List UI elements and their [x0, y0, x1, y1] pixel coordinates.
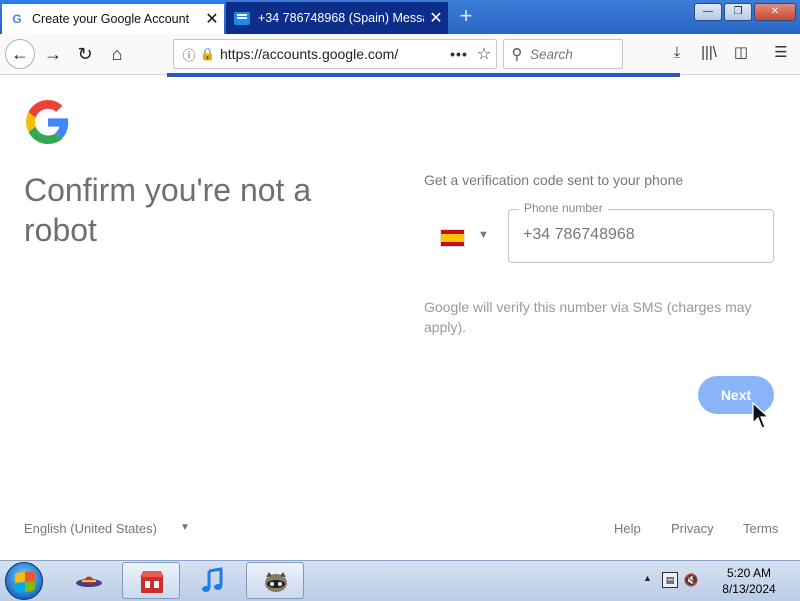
hat-app-icon — [76, 576, 102, 587]
page-load-progress-bar — [167, 73, 680, 77]
navigation-toolbar: ← → ↻ ⌂ ⓘ 🔒 https://accounts.google.com/… — [0, 34, 800, 75]
forward-button[interactable]: → — [38, 39, 68, 69]
close-window-button[interactable]: ✕ — [754, 3, 796, 21]
clock[interactable]: 5:20 AM 8/13/2024 — [713, 565, 785, 597]
terms-link[interactable]: Terms — [743, 521, 778, 536]
browser-tab-strip: G Create your Google Account ✕ +34 78674… — [0, 0, 800, 34]
downloads-icon[interactable]: ⤓ — [666, 42, 688, 64]
sms-charges-note: Google will verify this number via SMS (… — [424, 299, 752, 335]
page-actions-menu-icon[interactable]: ••• — [446, 46, 472, 62]
windows-taskbar: ▲ ▤ 🔇 5:20 AM 8/13/2024 — [0, 560, 800, 601]
network-icon[interactable]: ▤ — [662, 572, 678, 588]
privacy-link[interactable]: Privacy — [671, 521, 714, 536]
bookmark-star-icon[interactable]: ☆ — [472, 44, 496, 64]
search-placeholder: Search — [530, 46, 573, 62]
windows-logo-icon — [15, 570, 35, 594]
search-input[interactable]: ⚲ Search — [503, 39, 623, 69]
tab-title: +34 786748968 (Spain) Message — [258, 11, 424, 25]
mouse-pointer-icon — [752, 402, 770, 429]
sidebar-icon[interactable]: ◫ — [730, 42, 752, 64]
back-button[interactable]: ← — [5, 39, 35, 69]
verification-subheading: Get a verification code sent to your pho… — [424, 172, 684, 188]
url-text[interactable]: https://accounts.google.com/ — [220, 46, 446, 62]
close-tab-icon[interactable]: ✕ — [424, 8, 448, 28]
taskbar-app-hat[interactable] — [60, 562, 118, 599]
taskbar-app-raccoon[interactable] — [246, 562, 304, 599]
tab-title: Create your Google Account — [32, 12, 190, 26]
tab-create-google-account[interactable]: G Create your Google Account ✕ — [2, 2, 224, 34]
search-icon: ⚲ — [511, 46, 523, 63]
close-tab-icon[interactable]: ✕ — [200, 9, 224, 29]
language-selector[interactable]: English (United States) — [24, 521, 157, 536]
tab-message[interactable]: +34 786748968 (Spain) Message ✕ — [226, 2, 448, 34]
raccoon-app-icon — [265, 572, 287, 592]
start-button[interactable] — [5, 562, 43, 600]
home-button[interactable]: ⌂ — [102, 39, 132, 69]
hamburger-menu-icon[interactable]: ☰ — [770, 42, 792, 64]
library-icon[interactable]: |||\ — [698, 42, 720, 64]
music-note-icon — [202, 567, 223, 592]
help-link[interactable]: Help — [614, 521, 641, 536]
chevron-down-icon[interactable]: ▼ — [180, 522, 190, 533]
window-controls: — ❐ ✕ — [694, 3, 796, 21]
reload-button[interactable]: ↻ — [70, 39, 100, 69]
message-icon — [234, 11, 250, 25]
system-tray: ▲ ▤ 🔇 5:20 AM 8/13/2024 — [635, 561, 800, 601]
chevron-down-icon[interactable]: ▼ — [478, 229, 489, 241]
phone-number-label: Phone number — [519, 201, 608, 215]
google-logo-icon — [26, 100, 69, 144]
show-hidden-icons-icon[interactable]: ▲ — [643, 573, 652, 583]
info-icon[interactable]: ⓘ — [178, 45, 200, 64]
phone-number-field[interactable]: Phone number — [508, 201, 774, 263]
taskbar-app-music[interactable] — [184, 562, 242, 599]
page-title: Confirm you're not a robot — [24, 172, 312, 248]
google-favicon-icon: G — [10, 12, 24, 26]
lock-icon: 🔒 — [200, 47, 215, 61]
minimize-button[interactable]: — — [694, 3, 722, 21]
taskbar-app-store[interactable] — [122, 562, 180, 599]
clock-date: 8/13/2024 — [722, 582, 776, 596]
phone-number-input[interactable] — [523, 226, 753, 244]
store-app-icon — [140, 571, 164, 593]
clock-time: 5:20 AM — [726, 566, 772, 580]
address-bar[interactable]: ⓘ 🔒 https://accounts.google.com/ ••• ☆ — [173, 39, 497, 69]
spain-flag-icon[interactable] — [440, 229, 465, 247]
new-tab-button[interactable]: + — [455, 4, 477, 28]
volume-muted-icon[interactable]: 🔇 — [683, 572, 699, 588]
maximize-button[interactable]: ❐ — [724, 3, 752, 21]
